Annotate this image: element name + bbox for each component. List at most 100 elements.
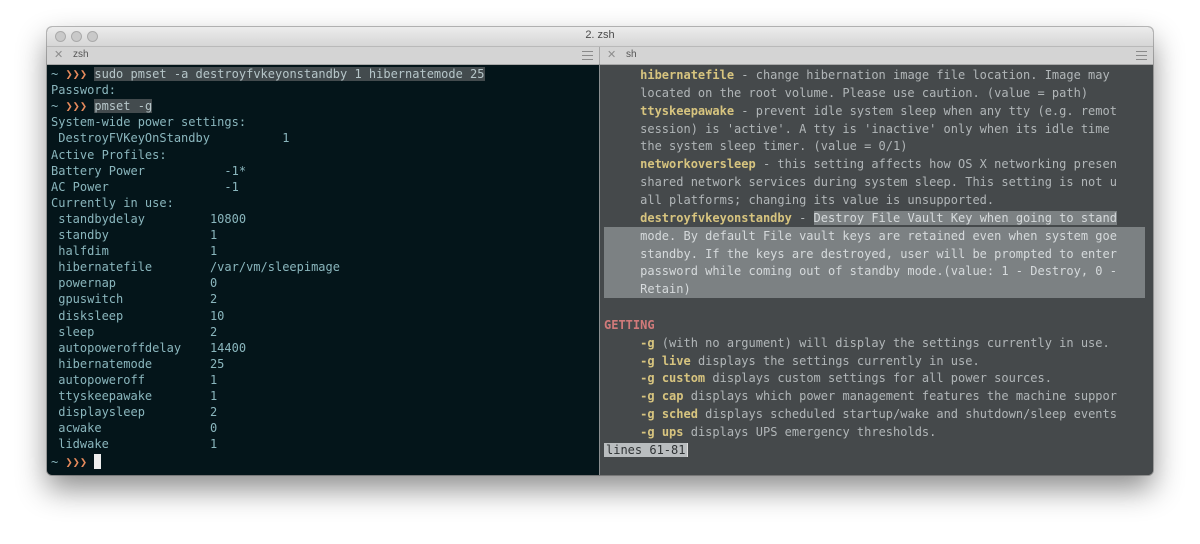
output-text: hibernatemode 25 bbox=[51, 356, 225, 371]
title-bar[interactable]: 2. zsh bbox=[47, 27, 1153, 47]
output-line: AC Power -1 bbox=[51, 179, 239, 195]
description-text: mode. By default File vault keys are ret… bbox=[640, 228, 1117, 243]
output-text: displaysleep 2 bbox=[51, 405, 218, 420]
description-text: standby. If the keys are destroyed, user… bbox=[640, 246, 1117, 261]
output-text: autopoweroffdelay 14400 bbox=[51, 340, 247, 355]
terminal-window: 2. zsh ✕ zsh ✕ sh ~ ❯❯❯ sudo pmset -a de… bbox=[47, 27, 1153, 475]
option-keyword: hibernatefile bbox=[640, 68, 735, 82]
output-line: lidwake 1 bbox=[51, 436, 217, 452]
output-line: displaysleep 2 bbox=[51, 404, 217, 420]
description-text: all platforms; changing its value is uns… bbox=[640, 192, 995, 207]
output-line: Active Profiles: bbox=[51, 147, 167, 163]
output-line: halfdim 1 bbox=[51, 243, 217, 259]
description-text: displays scheduled startup/wake and shut… bbox=[697, 407, 1117, 422]
close-icon[interactable]: ✕ bbox=[54, 48, 63, 61]
man-page-line: -g custom displays custom settings for a… bbox=[604, 369, 1052, 387]
man-page-line: hibernatefile - change hibernation image… bbox=[604, 66, 1110, 84]
output-line: autopoweroff 1 bbox=[51, 372, 217, 388]
close-icon[interactable]: ✕ bbox=[607, 48, 616, 61]
text-cursor bbox=[94, 454, 102, 470]
output-line: Battery Power -1* bbox=[51, 163, 246, 179]
tab-label: sh bbox=[626, 49, 637, 60]
description-text: displays UPS emergency thresholds. bbox=[683, 425, 937, 439]
output-line: standbydelay 10800 bbox=[51, 211, 246, 227]
output-line: hibernatefile /var/vm/sleepimage bbox=[51, 259, 340, 275]
terminal-pane-left[interactable]: ~ ❯❯❯ sudo pmset -a destroyfvkeyonstandb… bbox=[47, 65, 599, 475]
output-text: Password: bbox=[51, 83, 117, 98]
prompt-line[interactable]: ~ ❯❯❯ bbox=[51, 454, 102, 470]
man-page-line: networkoversleep - this setting affects … bbox=[604, 155, 1117, 173]
output-text: disksleep 10 bbox=[51, 308, 225, 323]
command-text: sudo pmset -a destroyfvkeyonstandby 1 hi… bbox=[94, 67, 485, 81]
output-text: standby 1 bbox=[51, 228, 218, 242]
output-text: Battery Power -1* bbox=[51, 163, 247, 178]
description-text: Retain) bbox=[640, 282, 691, 297]
prompt-tilde: ~ bbox=[51, 455, 66, 470]
man-page-line: all platforms; changing its value is uns… bbox=[604, 191, 994, 209]
prompt-arrows-icon: ❯❯❯ bbox=[65, 67, 88, 81]
output-text: powernap 0 bbox=[51, 276, 218, 291]
prompt-tilde: ~ bbox=[51, 67, 66, 81]
option-flag: -g bbox=[640, 389, 655, 404]
output-line: Password: bbox=[51, 82, 116, 98]
window-title: 2. zsh bbox=[585, 29, 615, 41]
man-page-line: -g cap displays which power management f… bbox=[604, 387, 1117, 405]
option-argument: custom bbox=[661, 371, 706, 386]
option-keyword: networkoversleep bbox=[640, 157, 756, 172]
description-text: the system sleep timer. (value = 0/1) bbox=[640, 139, 908, 154]
output-line: Currently in use: bbox=[51, 195, 174, 211]
description-text: - change hibernation image file location… bbox=[734, 68, 1110, 82]
output-text: sleep 2 bbox=[51, 324, 218, 339]
man-page-line: -g live displays the settings currently … bbox=[604, 352, 980, 370]
pane-tab-bar: ✕ zsh ✕ sh bbox=[47, 47, 1153, 65]
prompt-line: ~ ❯❯❯ sudo pmset -a destroyfvkeyonstandb… bbox=[51, 66, 485, 82]
description-text: (with no argument) will display the sett… bbox=[654, 335, 1110, 350]
hamburger-menu-icon[interactable] bbox=[1136, 51, 1147, 60]
man-page-line: destroyfvkeyonstandby - Destroy File Vau… bbox=[604, 209, 1117, 227]
output-text: hibernatefile /var/vm/sleepimage bbox=[51, 260, 340, 275]
man-page-line: session) is 'active'. A tty is 'inactive… bbox=[604, 120, 1110, 138]
output-line: System-wide power settings: bbox=[51, 114, 246, 130]
output-line: standby 1 bbox=[51, 227, 217, 243]
description-text: - bbox=[791, 210, 814, 225]
prompt-tilde: ~ bbox=[51, 99, 66, 114]
option-flag: -g bbox=[640, 425, 655, 439]
tab-sh[interactable]: ✕ sh bbox=[600, 47, 1153, 64]
option-flag: -g bbox=[640, 407, 655, 422]
section-title: GETTING bbox=[604, 317, 655, 332]
output-line: acwake 0 bbox=[51, 420, 217, 436]
hamburger-menu-icon[interactable] bbox=[582, 51, 593, 60]
command-text: pmset -g bbox=[94, 99, 153, 114]
description-text: displays which power management features… bbox=[683, 389, 1117, 404]
option-keyword: destroyfvkeyonstandby bbox=[640, 210, 792, 225]
man-page-line: ttyskeepawake - prevent idle system slee… bbox=[604, 102, 1117, 120]
description-text: displays custom settings for all power s… bbox=[705, 371, 1052, 386]
output-text: gpuswitch 2 bbox=[51, 292, 218, 307]
description-text: password while coming out of standby mod… bbox=[640, 264, 1117, 279]
man-page-line: -g (with no argument) will display the s… bbox=[604, 334, 1110, 352]
tab-label: zsh bbox=[73, 49, 89, 60]
description-text: - this setting affects how OS X networki… bbox=[755, 157, 1117, 172]
man-page-line: -g ups displays UPS emergency thresholds… bbox=[604, 423, 936, 441]
man-page-line: Retain) bbox=[604, 280, 691, 298]
pager-status[interactable]: lines 61-81 bbox=[604, 441, 689, 459]
output-text: lidwake 1 bbox=[51, 437, 218, 452]
tab-zsh[interactable]: ✕ zsh bbox=[47, 47, 600, 64]
prompt-arrows-icon: ❯❯❯ bbox=[65, 99, 88, 114]
prompt-arrows-icon: ❯❯❯ bbox=[65, 455, 88, 470]
man-page-line: -g sched displays scheduled startup/wake… bbox=[604, 405, 1117, 423]
man-page-line: standby. If the keys are destroyed, user… bbox=[604, 245, 1117, 263]
output-line: gpuswitch 2 bbox=[51, 291, 217, 307]
output-text: ttyskeepawake 1 bbox=[51, 389, 218, 403]
terminal-pane-right[interactable]: hibernatefile - change hibernation image… bbox=[600, 65, 1153, 475]
man-page-line: located on the root volume. Please use c… bbox=[604, 84, 1088, 102]
output-line: disksleep 10 bbox=[51, 308, 224, 324]
output-text: Active Profiles: bbox=[51, 147, 167, 162]
man-page-line: shared network services during system sl… bbox=[604, 173, 1117, 191]
option-argument: sched bbox=[661, 407, 698, 422]
section-heading: GETTING bbox=[604, 316, 655, 334]
output-line: hibernatemode 25 bbox=[51, 356, 224, 372]
pager-status-text: lines 61-81 bbox=[604, 442, 689, 457]
output-text: acwake 0 bbox=[51, 421, 218, 436]
output-line: sleep 2 bbox=[51, 324, 217, 340]
